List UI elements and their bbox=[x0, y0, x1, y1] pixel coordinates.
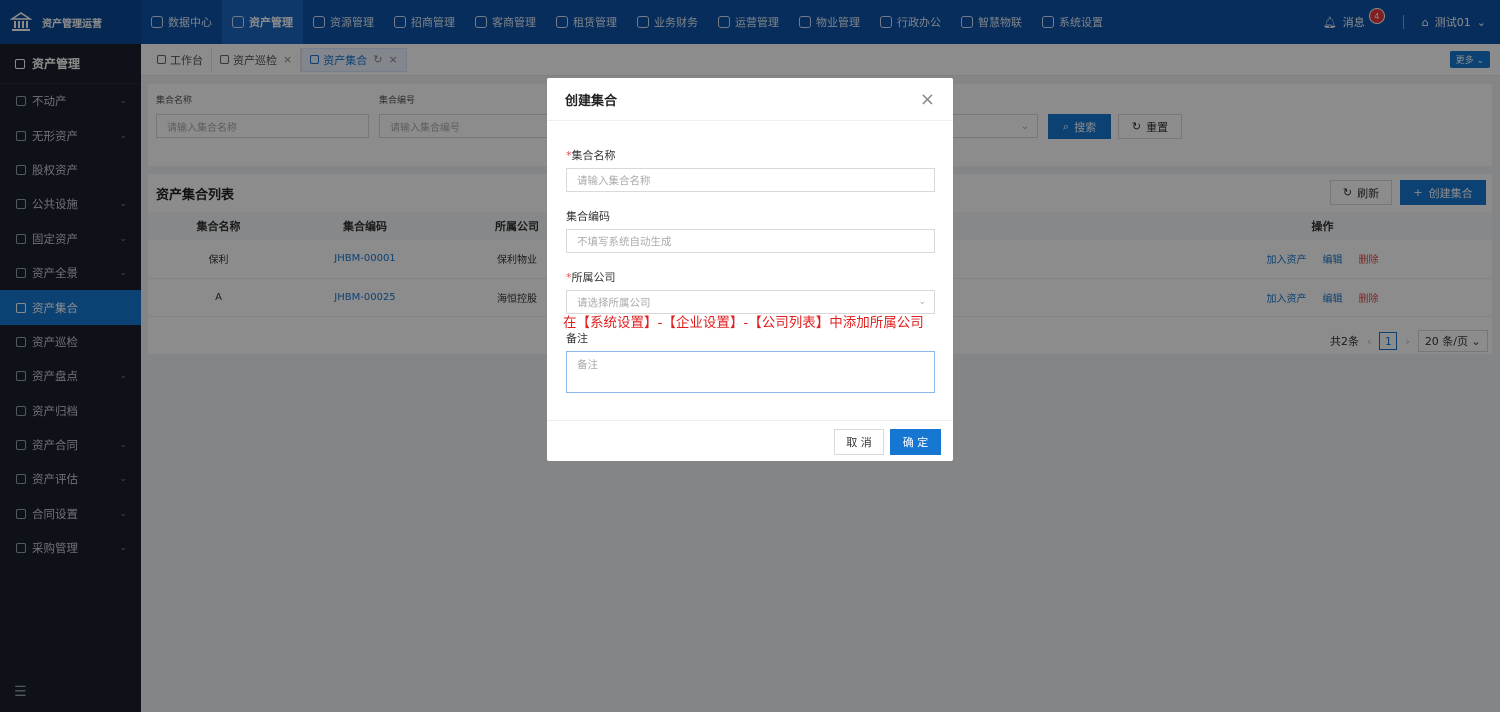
dialog-footer: 取 消 确 定 bbox=[547, 420, 953, 461]
collection-code-input[interactable]: 不填写系统自动生成 bbox=[566, 229, 935, 253]
remark-textarea[interactable]: 备注 bbox=[566, 351, 935, 393]
remark-field-label: 备注 bbox=[566, 332, 588, 345]
ok-button[interactable]: 确 定 bbox=[890, 429, 941, 455]
name-field-label: *集合名称 bbox=[566, 147, 616, 163]
code-field-label: 集合编码 bbox=[566, 210, 610, 223]
cancel-button[interactable]: 取 消 bbox=[834, 429, 884, 455]
close-icon[interactable]: × bbox=[920, 89, 935, 110]
create-collection-dialog: 创建集合 × *集合名称 请输入集合名称 集合编码 不填写系统自动生成 *所属公… bbox=[547, 78, 953, 461]
company-field-label: *所属公司 bbox=[566, 269, 616, 285]
company-select-placeholder: 请选择所属公司 bbox=[577, 296, 651, 309]
chevron-down-icon: ⌄ bbox=[918, 297, 926, 307]
dialog-title: 创建集合 bbox=[565, 93, 618, 109]
name-field-label-text: 集合名称 bbox=[571, 149, 616, 162]
collection-name-input[interactable]: 请输入集合名称 bbox=[566, 168, 935, 192]
dialog-header: 创建集合 × bbox=[547, 78, 953, 121]
company-field-label-text: 所属公司 bbox=[571, 271, 616, 284]
company-hint-text: 在【系统设置】-【企业设置】-【公司列表】中添加所属公司 bbox=[563, 315, 924, 331]
